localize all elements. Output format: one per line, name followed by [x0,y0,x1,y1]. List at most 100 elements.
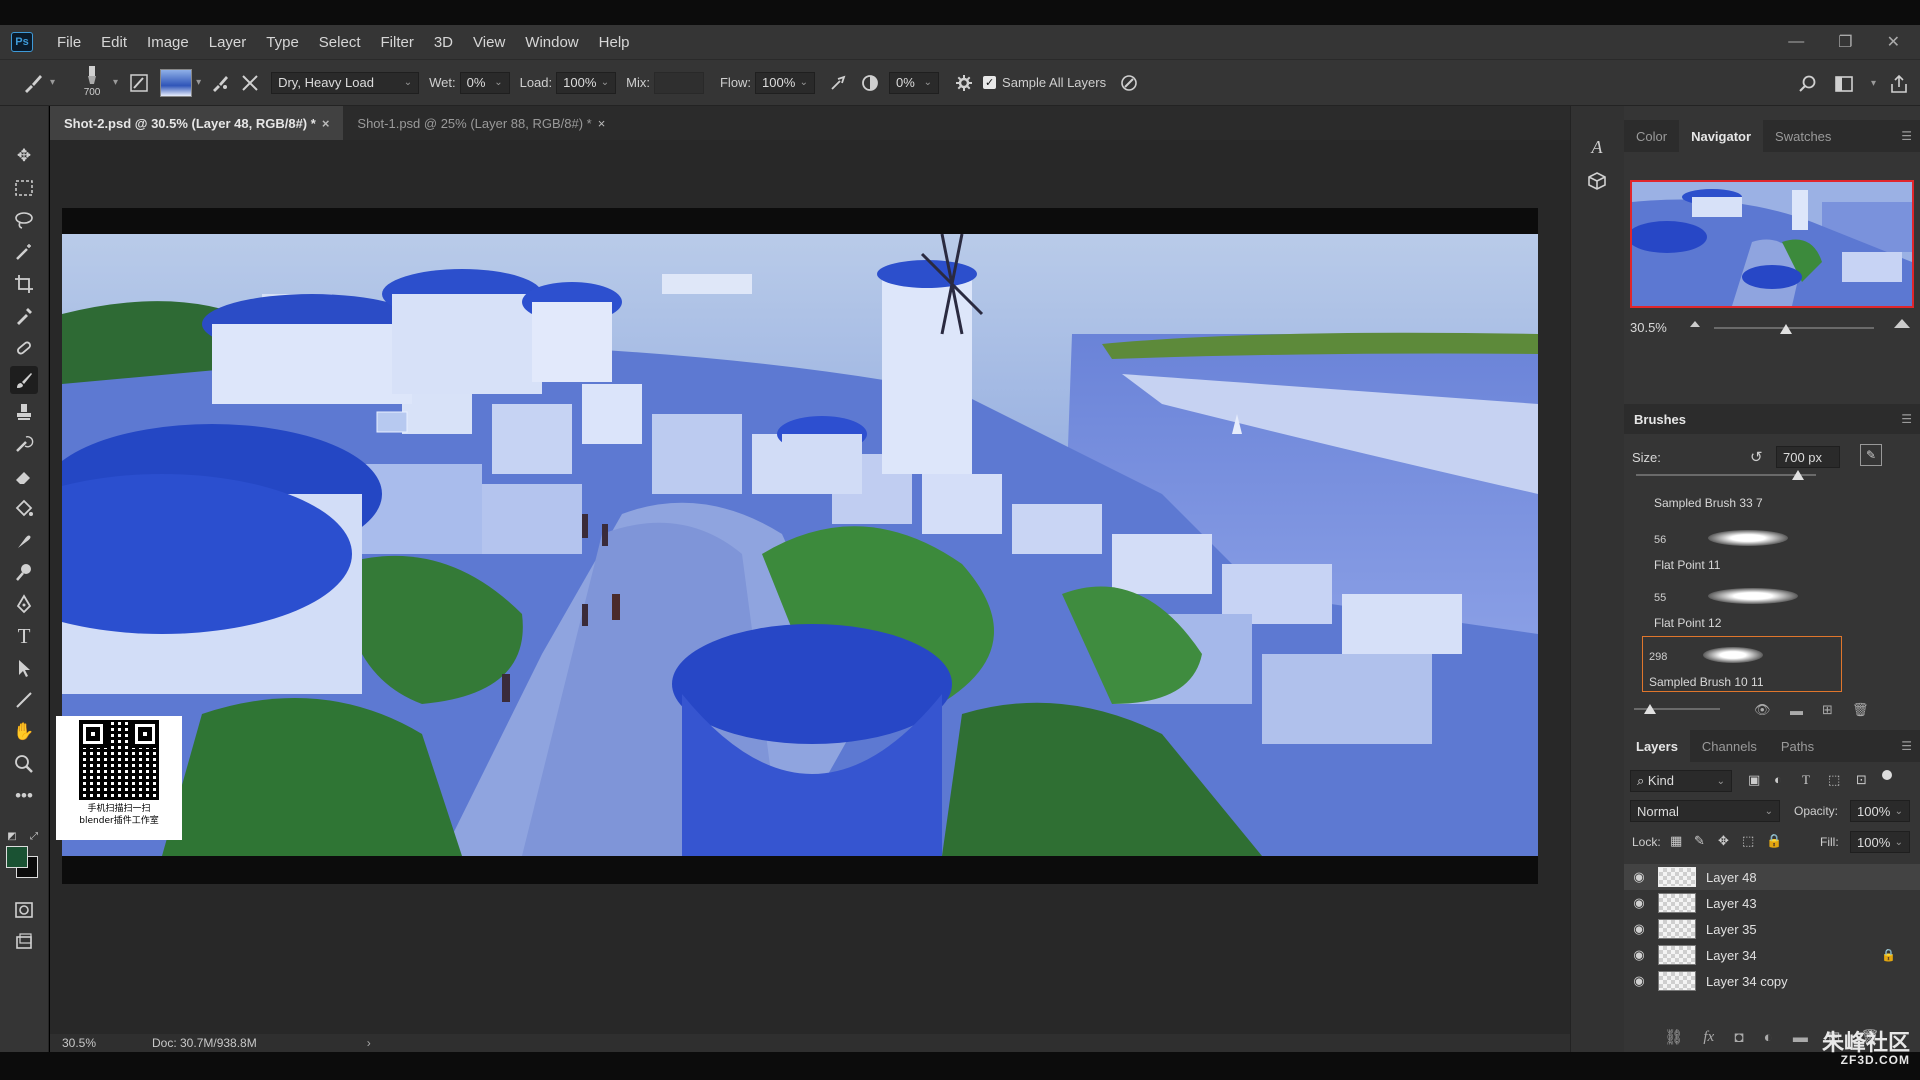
pen-tool-icon[interactable] [10,590,38,618]
layer-row-layer-43[interactable]: ◉ Layer 43 [1624,890,1920,916]
menu-select[interactable]: Select [309,34,371,51]
status-zoom[interactable]: 30.5% [62,1036,152,1050]
navigator-zoom-slider[interactable] [1714,327,1874,329]
minimize-icon[interactable]: — [1788,33,1804,51]
fill-field[interactable]: 100% ⌄ [1850,831,1910,853]
healing-brush-tool-icon[interactable] [10,334,38,362]
menu-3d[interactable]: 3D [424,34,463,51]
link-layers-icon[interactable]: ⛓ [1664,1028,1683,1046]
brush-tool-icon[interactable] [10,366,38,394]
brush-size-slider-thumb[interactable] [1792,470,1804,480]
menu-window[interactable]: Window [515,34,588,51]
layer-row-layer-35[interactable]: ◉ Layer 35 [1624,916,1920,942]
lock-image-icon[interactable]: ✎ [1694,833,1705,849]
flow-field[interactable]: 100% ⌄ [755,71,816,94]
brush-preset-chevron-icon[interactable]: ▾ [113,77,118,88]
brush-size-slider[interactable] [1636,474,1816,476]
smoothing-angle-icon[interactable] [857,70,883,96]
menu-help[interactable]: Help [589,34,640,51]
lock-position-icon[interactable]: ✥ [1718,833,1729,849]
smudge-tool-icon[interactable] [10,526,38,554]
lock-all-icon[interactable]: 🔒 [1766,833,1782,849]
dodge-tool-icon[interactable] [10,558,38,586]
line-tool-icon[interactable] [10,686,38,714]
screen-mode-icon[interactable] [10,928,38,956]
adjustment-layer-icon[interactable]: ◐ [1764,1029,1773,1046]
pressure-size-icon[interactable] [1116,70,1142,96]
tool-preset-chevron-icon[interactable]: ▾ [50,77,55,88]
mixer-brush-tool-icon[interactable] [20,70,46,96]
add-mask-icon[interactable]: ◘ [1734,1029,1743,1046]
restore-icon[interactable]: ❐ [1838,32,1852,52]
hand-tool-icon[interactable]: ✋ [10,718,38,746]
visibility-eye-icon[interactable]: ◉ [1624,973,1654,989]
filter-shape-icon[interactable]: ⬚ [1828,772,1840,788]
menu-image[interactable]: Image [137,34,199,51]
zoom-in-icon[interactable] [1894,319,1910,328]
crop-tool-icon[interactable] [10,270,38,298]
brush-preset-picker[interactable]: 700 [75,65,109,100]
tab-paths[interactable]: Paths [1769,730,1826,762]
menu-type[interactable]: Type [256,34,309,51]
path-selection-tool-icon[interactable] [10,654,38,682]
blend-mode-select[interactable]: Normal ⌄ [1630,800,1780,822]
workspace-chevron-icon[interactable]: ▾ [1871,78,1876,89]
painting-image[interactable] [62,234,1538,856]
more-tools-icon[interactable]: ••• [10,782,38,810]
reset-size-icon[interactable]: ↺ [1750,448,1763,466]
filter-adjustment-icon[interactable]: ◐ [1774,772,1782,787]
move-tool-icon[interactable]: ✥ [10,142,38,170]
mix-field[interactable] [653,71,704,94]
navigator-preview[interactable] [1630,180,1914,308]
filter-pixel-icon[interactable]: ▣ [1748,772,1760,788]
layer-row-layer-34[interactable]: ◉ Layer 34 🔒 [1624,942,1920,968]
brush-item-sampled-10-11[interactable]: 298 Sampled Brush 10 11 [1642,636,1842,692]
tab-shot-1[interactable]: Shot-1.psd @ 25% (Layer 88, RGB/8#) * × [343,106,619,140]
brush-preview-slider-thumb[interactable] [1644,704,1656,714]
brushes-menu-icon[interactable]: ☰ [1901,412,1912,426]
tab-shot-2[interactable]: Shot-2.psd @ 30.5% (Layer 48, RGB/8#) * × [50,106,344,140]
toggle-preview-icon[interactable]: 👁 [1754,702,1771,718]
eraser-tool-icon[interactable] [10,462,38,490]
menu-file[interactable]: File [47,34,91,51]
status-expand-arrow[interactable]: › [367,1036,371,1050]
lock-transparent-icon[interactable]: ▦ [1670,833,1682,849]
layer-row-layer-48[interactable]: ◉ Layer 48 [1624,864,1920,890]
menu-layer[interactable]: Layer [199,34,257,51]
quick-mask-icon[interactable] [10,896,38,924]
filter-toggle-icon[interactable] [1882,770,1892,780]
paint-bucket-tool-icon[interactable] [10,494,38,522]
search-icon[interactable] [1795,71,1821,97]
history-brush-tool-icon[interactable] [10,430,38,458]
tab-channels[interactable]: Channels [1690,730,1769,762]
mixer-preset-select[interactable]: Dry, Heavy Load ⌄ [271,71,420,94]
tab-swatches[interactable]: Swatches [1763,120,1843,152]
current-load-swatch[interactable] [160,68,193,97]
sample-all-layers-checkbox[interactable]: ✓ [983,76,997,89]
brush-settings-toggle-icon[interactable] [126,70,152,96]
load-swatch-chevron-icon[interactable]: ▾ [196,77,201,88]
lasso-tool-icon[interactable] [10,206,38,234]
default-colors-icon[interactable]: ◩ [4,828,20,844]
tab-layers[interactable]: Layers [1624,730,1690,762]
navigator-zoom-slider-thumb[interactable] [1780,324,1792,334]
layer-kind-filter[interactable]: ⌕ Kind ⌄ [1630,770,1732,792]
magic-wand-tool-icon[interactable] [10,238,38,266]
brush-edit-icon[interactable]: ✎ [1860,444,1882,466]
menu-filter[interactable]: Filter [371,34,424,51]
delete-brush-icon[interactable]: 🗑 [1852,702,1869,718]
brush-item-flat-point-12[interactable]: 55 Flat Point 12 [1648,578,1850,634]
visibility-eye-icon[interactable]: ◉ [1624,921,1654,937]
gear-icon[interactable] [951,70,977,96]
close-tab-icon[interactable]: × [598,116,606,131]
visibility-eye-icon[interactable]: ◉ [1624,869,1654,885]
brush-item-flat-point-11[interactable]: 56 Flat Point 11 [1648,520,1850,576]
new-group-folder-icon[interactable]: ▬ [1790,703,1803,718]
workspace-icon[interactable] [1831,71,1857,97]
brush-item-sampled-33-7[interactable]: Sampled Brush 33 7 [1648,490,1850,516]
clone-stamp-tool-icon[interactable] [10,398,38,426]
new-group-icon[interactable]: ▬ [1793,1029,1808,1046]
smoothing-field[interactable]: 0% ⌄ [889,71,940,94]
type-tool-icon[interactable]: T [10,622,38,650]
load-brush-icon[interactable] [207,70,233,96]
